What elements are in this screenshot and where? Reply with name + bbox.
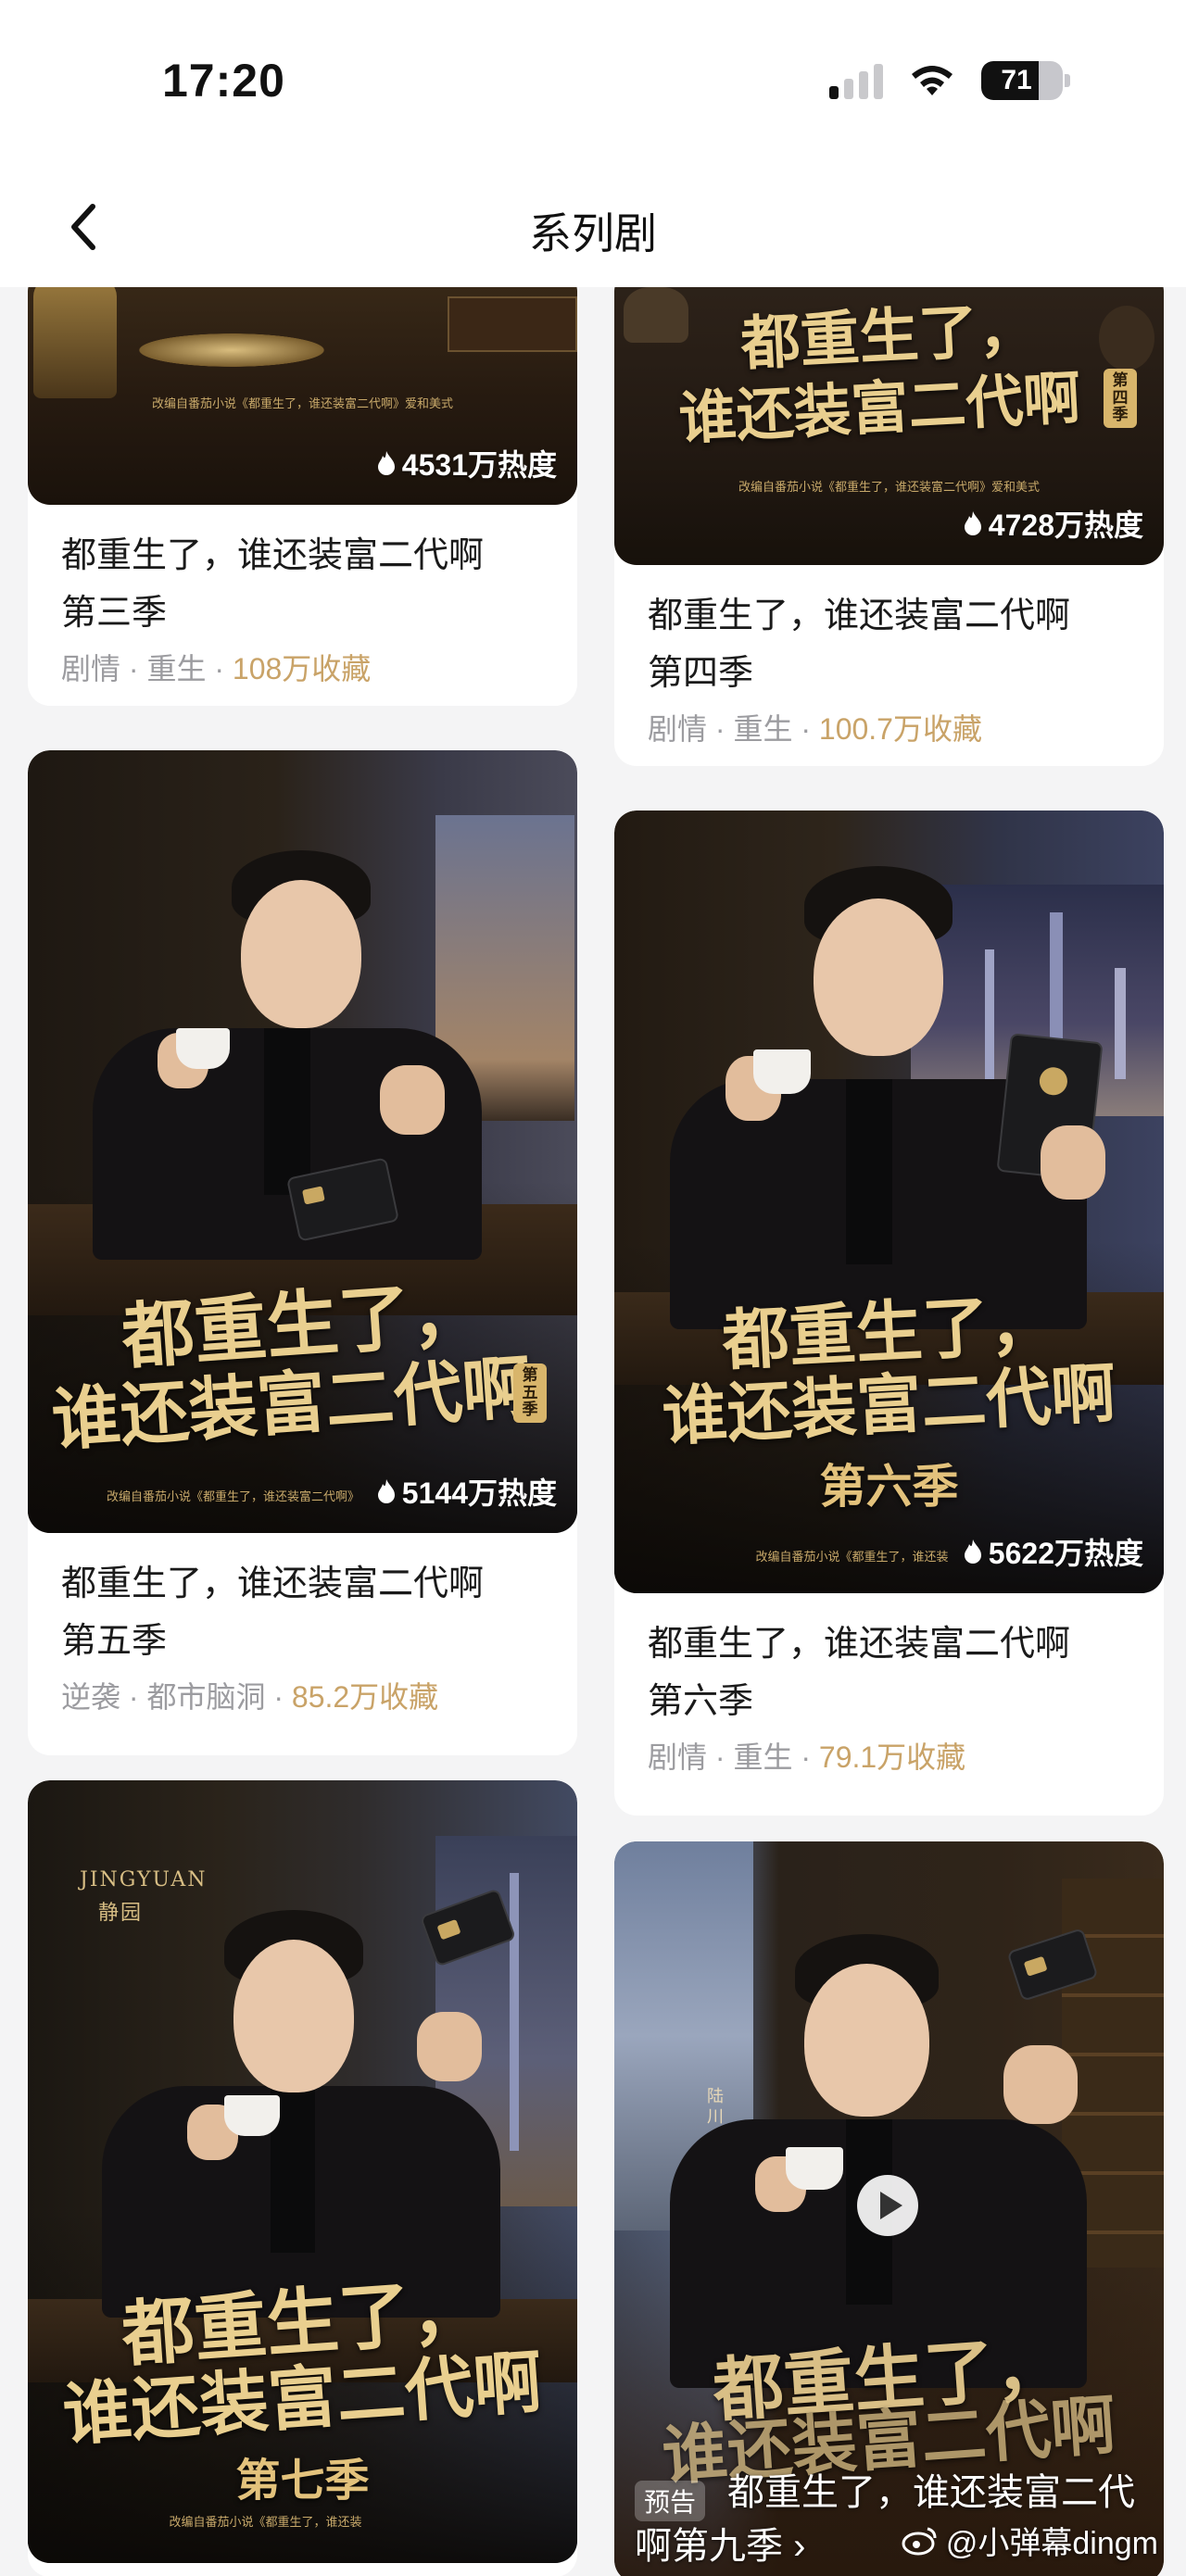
- figure-head: [804, 1964, 929, 2117]
- card-title-line1: 都重生了，谁还装富二代啊: [61, 536, 485, 575]
- heat-value: 5622万热度: [988, 1537, 1143, 1570]
- series-card-preview[interactable]: 陆川 都重生了， 谁还装富二代啊 预告 都重生了，谁还装富二代啊第九季 ›: [614, 1841, 1164, 2576]
- poster-caption: 改编自番茄小说《都重生了，谁还装富二代啊》爱和美式: [151, 396, 453, 410]
- series-card[interactable]: 都重生了， 谁还装富二代啊 第五季 改编自番茄小说《都重生了，谁还装富二代啊》 …: [28, 750, 577, 1755]
- card-title-line2: 第六季: [648, 1682, 754, 1721]
- card-tags: 剧情 · 重生 ·: [648, 1740, 819, 1774]
- vase-decor: [33, 287, 117, 398]
- brand-cn: 静园: [98, 1902, 144, 1925]
- poster[interactable]: JINGYUAN 静园 都重生了， 谁还装富二代啊 第七季 改编自番茄小说《都重…: [28, 1780, 577, 2563]
- card-favorites: 100.7万收藏: [818, 712, 982, 746]
- figure-head: [241, 880, 361, 1028]
- poster[interactable]: 陆川 都重生了， 谁还装富二代啊 预告 都重生了，谁还装富二代啊第九季 ›: [614, 1841, 1164, 2576]
- heat-count: 5144万热度: [376, 1470, 557, 1513]
- page-title: 系列剧: [529, 209, 657, 258]
- card-favorites: 108万收藏: [232, 652, 372, 685]
- series-card[interactable]: 改编自番茄小说《都重生了，谁还装富二代啊》爱和美式 4531万热度 都重生了，谁…: [28, 287, 577, 706]
- card-body: 都重生了，谁还装富二代啊 第六季 剧情 · 重生 · 79.1万收藏: [614, 1593, 1164, 1777]
- card-title-line2: 第三季: [61, 594, 168, 633]
- flame-icon: [377, 451, 395, 475]
- card-meta: 剧情 · 重生 · 79.1万收藏: [648, 1734, 1130, 1777]
- card-meta: 剧情 · 重生 · 100.7万收藏: [648, 706, 1130, 748]
- card-title-line2: 第五季: [61, 1622, 168, 1661]
- poster[interactable]: 都重生了， 谁还装富二代啊 第五季 改编自番茄小说《都重生了，谁还装富二代啊》 …: [28, 750, 577, 1533]
- heat-count: 4728万热度: [963, 502, 1143, 545]
- poster-caption: 改编自番茄小说《都重生了，谁还装富二代啊》爱和美式: [738, 480, 1040, 494]
- poster[interactable]: 都重生了， 谁还装富二代啊 第六季 改编自番茄小说《都重生了，谁还装 5622万…: [614, 810, 1164, 1593]
- teacup: [176, 1028, 230, 1069]
- watermark: @小弹幕dingm: [902, 2518, 1158, 2563]
- season-badge: 第五季: [513, 1363, 547, 1424]
- card-tags: 剧情 · 重生 ·: [61, 652, 233, 685]
- figure-head: [233, 1940, 354, 2092]
- flame-icon: [964, 1539, 981, 1564]
- series-card[interactable]: 都重生了， 谁还装富二代啊 第六季 改编自番茄小说《都重生了，谁还装 5622万…: [614, 810, 1164, 1816]
- poster-caption: 改编自番茄小说《都重生了，谁还装: [169, 2515, 362, 2529]
- tray-decor: [139, 333, 324, 367]
- figure-head: [814, 898, 943, 1056]
- card-title: 都重生了，谁还装富二代啊 第六季: [648, 1615, 1130, 1730]
- card-body: 都重生了，谁还装富二代啊 第五季 逆袭 · 都市脑洞 · 85.2万收藏: [28, 1533, 577, 1716]
- card-favorites: 79.1万收藏: [818, 1740, 966, 1774]
- wifi-icon: [912, 66, 953, 95]
- poster-season: 第六季: [819, 1459, 959, 1514]
- heat-count: 5622万热度: [963, 1530, 1143, 1573]
- heat-value: 4728万热度: [988, 509, 1143, 542]
- battery-nub: [1065, 74, 1070, 87]
- heat-count: 4531万热度: [376, 442, 557, 484]
- brand-en: JINGYUAN: [80, 1868, 208, 1891]
- status-bar: 17:20 71: [0, 0, 1186, 167]
- watermark-text: @小弹幕dingm: [945, 2526, 1158, 2561]
- card-body: 都重生了，谁还装富二代啊 第三季 剧情 · 重生 · 108万收藏: [28, 505, 577, 688]
- status-icons: 71: [829, 61, 1070, 100]
- card-title-line1: 都重生了，谁还装富二代啊: [648, 597, 1071, 635]
- card-meta: 剧情 · 重生 · 108万收藏: [61, 646, 544, 688]
- teacup: [224, 2095, 280, 2136]
- season-badge: 第四季: [1104, 369, 1137, 429]
- flame-icon: [377, 1479, 395, 1503]
- status-time: 17:20: [162, 55, 285, 107]
- card-tags: 剧情 · 重生 ·: [648, 712, 819, 746]
- card-title: 都重生了，谁还装富二代啊 第三季: [61, 527, 544, 642]
- card-title-line2: 第四季: [648, 654, 754, 693]
- flame-icon: [964, 511, 981, 535]
- card-title-line1: 都重生了，谁还装富二代啊: [648, 1625, 1071, 1664]
- teacup: [786, 2147, 843, 2190]
- poster-season: 第七季: [235, 2455, 370, 2507]
- play-icon[interactable]: [857, 2175, 918, 2236]
- card-meta: 逆袭 · 都市脑洞 · 85.2万收藏: [61, 1674, 544, 1716]
- cellular-signal-icon: [829, 62, 883, 99]
- battery-icon: 71: [981, 61, 1063, 100]
- poster[interactable]: 改编自番茄小说《都重生了，谁还装富二代啊》爱和美式 4531万热度: [28, 287, 577, 505]
- series-card[interactable]: JINGYUAN 静园 都重生了， 谁还装富二代啊 第七季 改编自番茄小说《都重…: [28, 1780, 577, 2576]
- heat-value: 4531万热度: [401, 448, 557, 482]
- card-title-line1: 都重生了，谁还装富二代啊: [61, 1564, 485, 1603]
- weibo-icon: [902, 2527, 937, 2555]
- heat-value: 5144万热度: [401, 1476, 557, 1510]
- series-grid[interactable]: 改编自番茄小说《都重生了，谁还装富二代啊》爱和美式 4531万热度 都重生了，谁…: [0, 287, 1186, 2576]
- card-favorites: 85.2万收藏: [291, 1680, 439, 1714]
- box-decor: [448, 296, 577, 352]
- card-tags: 逆袭 · 都市脑洞 ·: [61, 1680, 292, 1714]
- teacup: [753, 1049, 811, 1094]
- nav-bar: 系列剧: [0, 167, 1186, 287]
- battery-percent: 71: [1001, 65, 1032, 95]
- card-title: 都重生了，谁还装富二代啊 第五季: [61, 1555, 544, 1670]
- card-body: 都重生了，谁还装富二代啊 第四季 剧情 · 重生 · 100.7万收藏: [614, 565, 1164, 748]
- series-card[interactable]: 都重生了， 谁还装富二代啊 第四季 改编自番茄小说《都重生了，谁还装富二代啊》爱…: [614, 287, 1164, 766]
- card-title: 都重生了，谁还装富二代啊 第四季: [648, 587, 1130, 702]
- poster[interactable]: 都重生了， 谁还装富二代啊 第四季 改编自番茄小说《都重生了，谁还装富二代啊》爱…: [614, 287, 1164, 565]
